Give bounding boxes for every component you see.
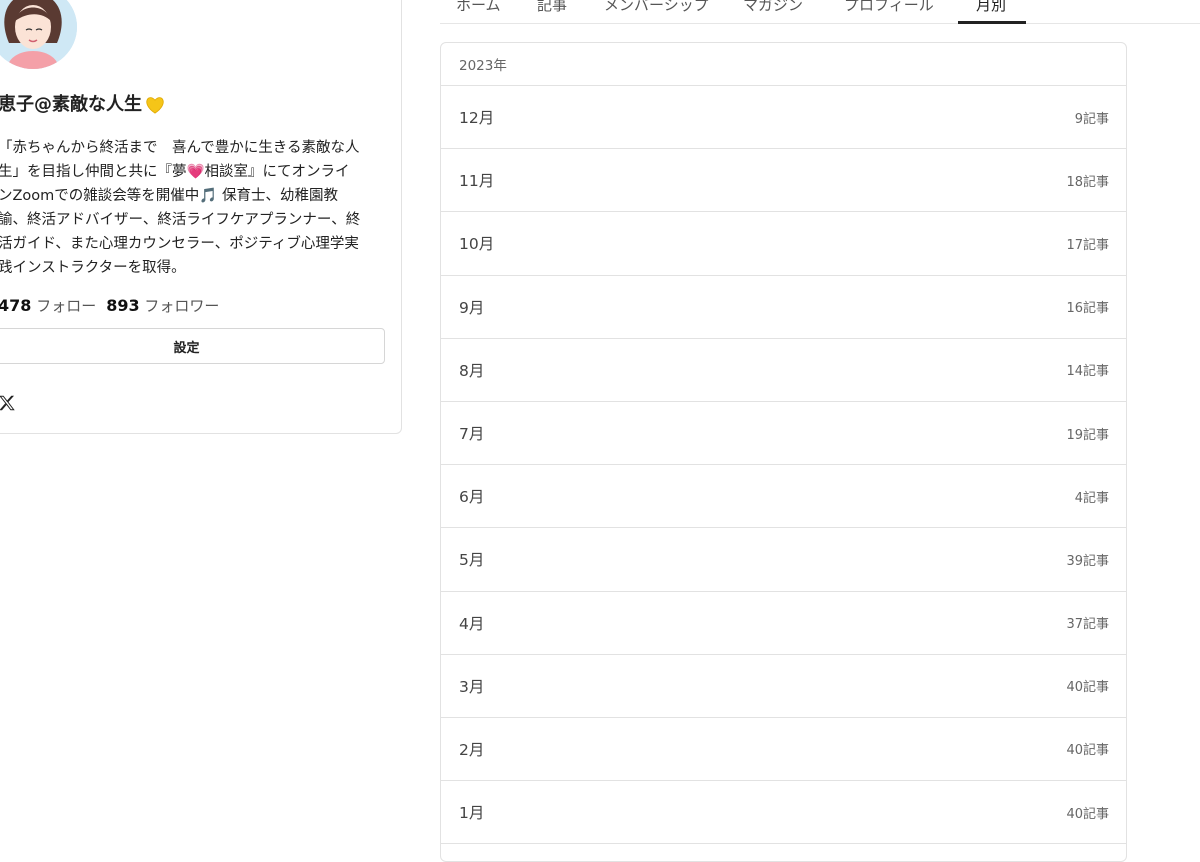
month-row-10[interactable]: 10月 17記事 — [441, 212, 1126, 276]
follow-stats: 478 フォロー 893 フォロワー — [0, 295, 219, 316]
month-row-7[interactable]: 7月 19記事 — [441, 402, 1126, 466]
article-count: 40記事 — [1066, 743, 1109, 759]
tab-home[interactable]: ホーム — [456, 0, 501, 24]
month-label: 2月 — [459, 740, 485, 759]
yellow-heart-icon — [146, 97, 164, 114]
month-row-9[interactable]: 9月 16記事 — [441, 276, 1126, 339]
active-tab-indicator — [958, 21, 1026, 24]
followers-count: 893 — [106, 296, 140, 315]
x-icon[interactable] — [0, 394, 16, 412]
tab-membership[interactable]: メンバーシップ — [604, 0, 709, 24]
following-label: フォロー — [36, 297, 97, 315]
month-label: 11月 — [459, 172, 495, 191]
profile-name-text: 恵子@素敵な人生 — [0, 94, 142, 115]
article-count: 40記事 — [1066, 806, 1109, 822]
article-count: 18記事 — [1066, 174, 1109, 190]
article-count: 16記事 — [1066, 301, 1109, 317]
monthly-archive: 2023年 12月 9記事 11月 18記事 10月 17記事 9月 16記事 8月 14… — [440, 42, 1127, 862]
month-row-1[interactable]: 1月 40記事 — [441, 781, 1126, 845]
month-label: 10月 — [459, 235, 495, 254]
month-label: 3月 — [459, 677, 485, 696]
month-label: 1月 — [459, 804, 485, 823]
month-label: 9月 — [459, 298, 485, 317]
more-icon[interactable]: ••• — [362, 0, 396, 10]
month-row-4[interactable]: 4月 37記事 — [441, 592, 1126, 655]
month-label: 4月 — [459, 614, 485, 633]
year-header: 2023年 — [441, 43, 1126, 86]
month-label: 5月 — [459, 551, 485, 570]
article-count: 9記事 — [1074, 111, 1109, 127]
tab-magazine[interactable]: マガジン — [743, 0, 803, 24]
tab-profile[interactable]: プロフィール — [844, 0, 934, 24]
profile-tabs: ホーム 記事 メンバーシップ マガジン プロフィール 月別 — [440, 0, 1200, 24]
settings-button[interactable]: 設定 — [0, 328, 385, 364]
month-row-5[interactable]: 5月 39記事 — [441, 528, 1126, 592]
followers-link[interactable]: 893 フォロワー — [106, 296, 220, 315]
following-link[interactable]: 478 フォロー — [0, 296, 97, 315]
month-row-6[interactable]: 6月 4記事 — [441, 465, 1126, 529]
article-count: 19記事 — [1066, 427, 1109, 443]
followers-label: フォロワー — [144, 297, 220, 315]
profile-name: 恵子@素敵な人生 — [0, 90, 165, 116]
tab-articles[interactable]: 記事 — [537, 0, 567, 24]
article-count: 40記事 — [1066, 680, 1109, 696]
article-count: 17記事 — [1066, 237, 1109, 253]
month-label: 7月 — [459, 425, 485, 444]
month-label: 6月 — [459, 488, 485, 507]
month-row-11[interactable]: 11月 18記事 — [441, 149, 1126, 213]
article-count: 4記事 — [1074, 490, 1109, 506]
article-count: 14記事 — [1066, 364, 1109, 380]
month-label: 12月 — [459, 109, 495, 128]
following-count: 478 — [0, 296, 32, 315]
x-logo-icon — [0, 395, 15, 411]
month-row-3[interactable]: 3月 40記事 — [441, 655, 1126, 718]
month-row-12[interactable]: 12月 9記事 — [441, 86, 1126, 150]
month-row-8[interactable]: 8月 14記事 — [441, 339, 1126, 402]
article-count: 39記事 — [1066, 553, 1109, 569]
article-count: 37記事 — [1066, 617, 1109, 633]
month-row-2[interactable]: 2月 40記事 — [441, 718, 1126, 782]
month-label: 8月 — [459, 361, 485, 380]
profile-bio: 「赤ちゃんから終活まで 喜んで豊かに生きる素敵な人 生」を目指し仲間と共に『夢💗… — [0, 140, 361, 276]
